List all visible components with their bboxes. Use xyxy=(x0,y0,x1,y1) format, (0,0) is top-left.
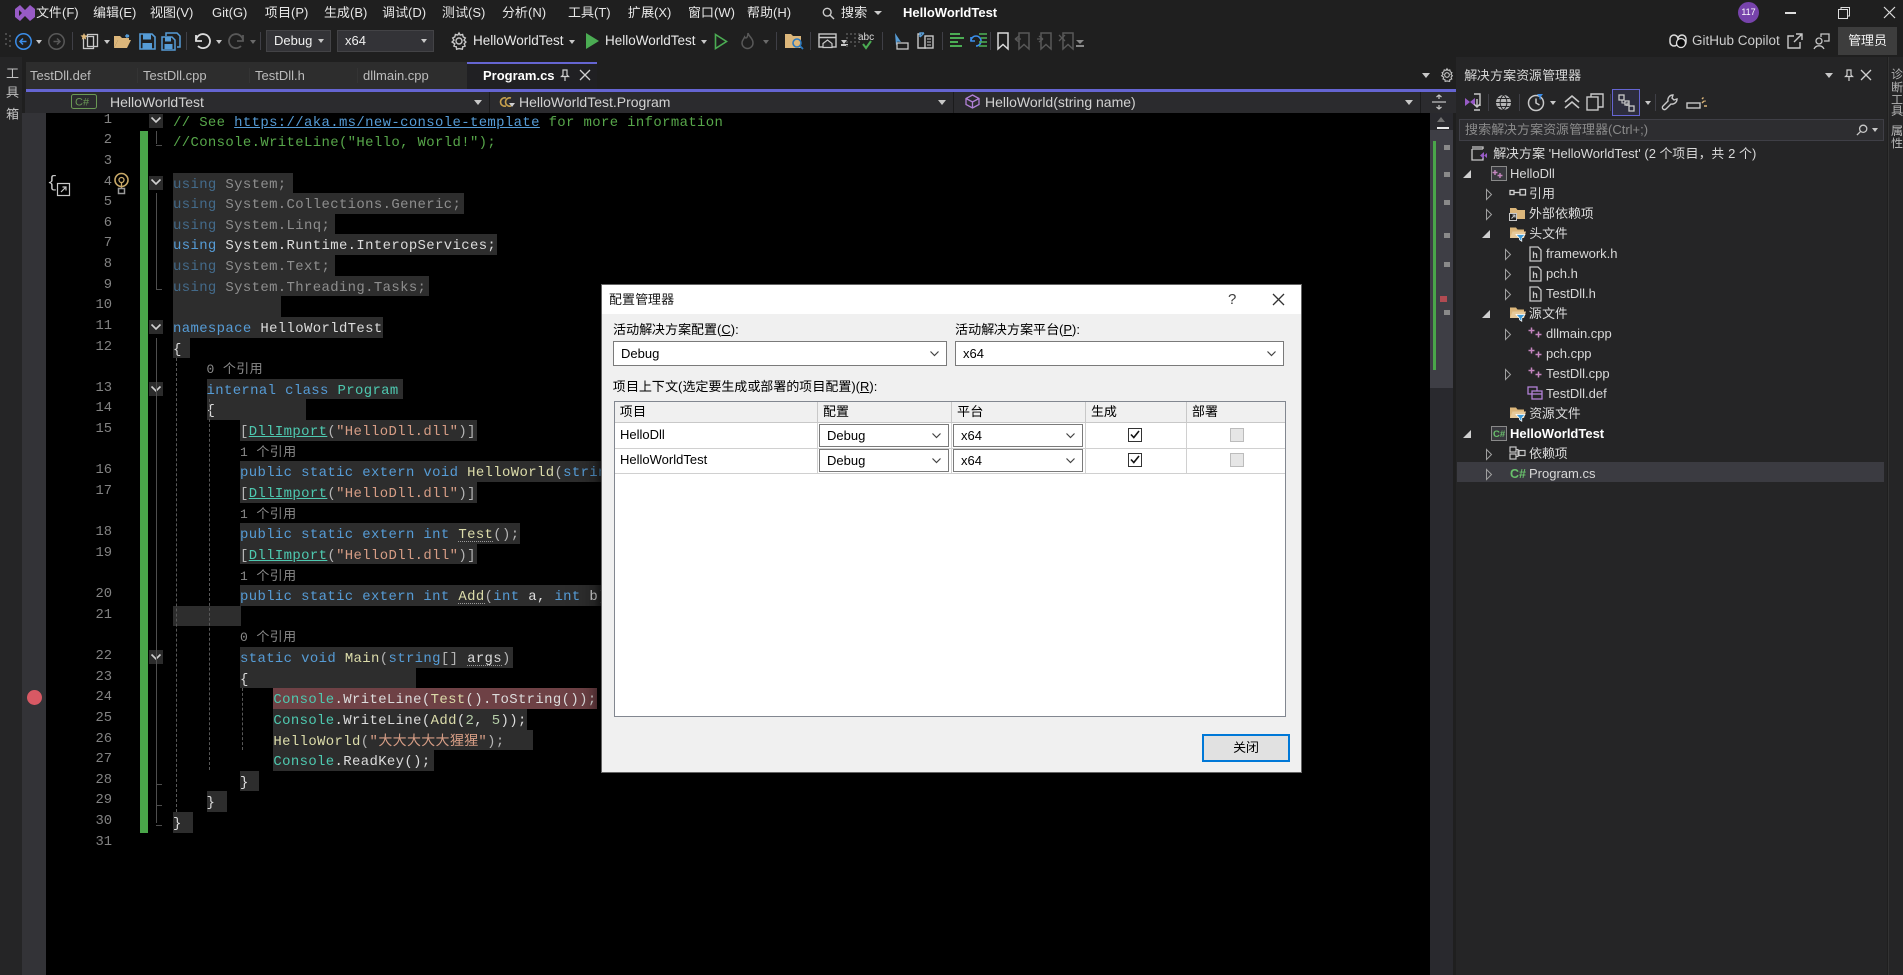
svg-text:h: h xyxy=(1532,250,1538,260)
svg-text:C#: C# xyxy=(75,97,90,109)
svg-text:abc: abc xyxy=(858,32,874,43)
svg-text:C#: C# xyxy=(1510,467,1526,481)
svg-text:C#: C# xyxy=(1493,429,1506,440)
svg-text:h: h xyxy=(1532,270,1538,280)
svg-text:h: h xyxy=(1532,290,1538,300)
